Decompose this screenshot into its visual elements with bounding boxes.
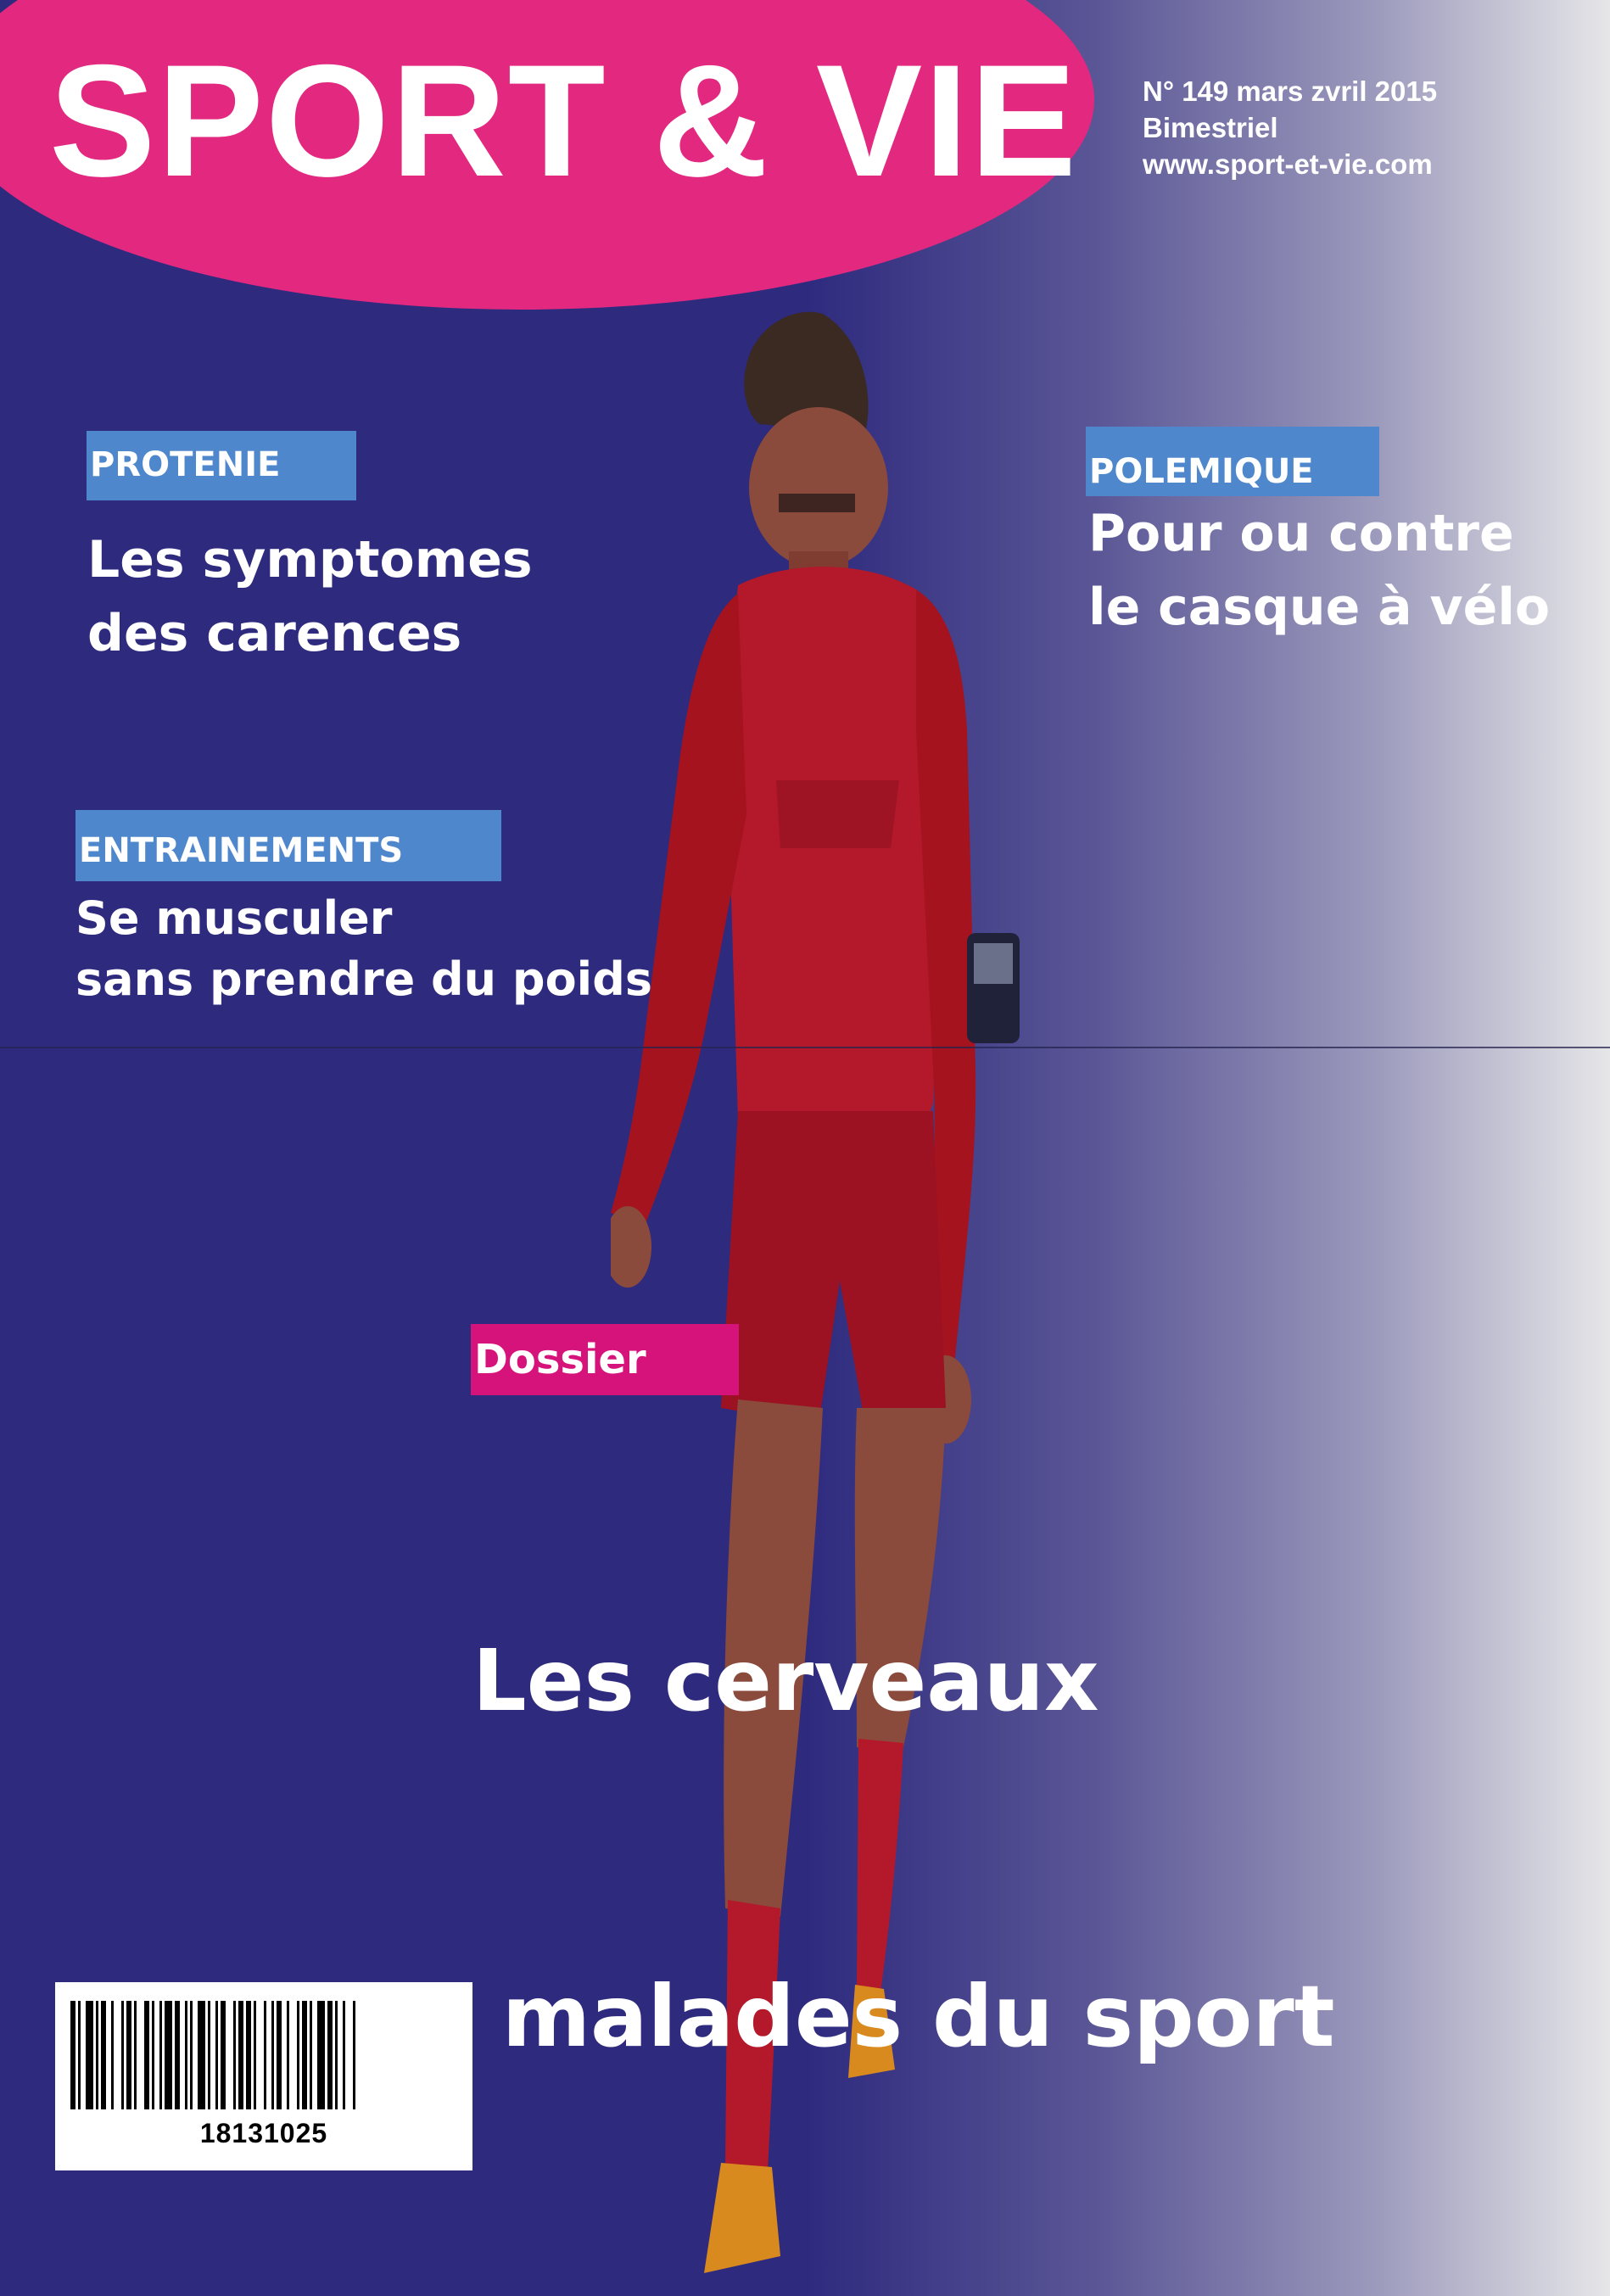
headline-polemique-line-1: Pour ou contre [1088,504,1514,563]
headline-protenie-line-1: Les symptomes [87,530,533,589]
barcode-bar [165,2001,172,2109]
barcode-bar [198,2001,205,2109]
headline-dossier: Les cerveaux malades du sport [472,1401,1335,2296]
barcode-bar [152,2001,154,2109]
headline-polemique: Pour ou contre le casque à vélo [1088,497,1550,645]
barcode-bar [208,2001,210,2109]
headline-dossier-line-2: malades du sport [472,1967,1335,2066]
issue-info: N° 149 mars zvril 2015 Bimestriel www.sp… [1143,73,1437,182]
magazine-website: www.sport-et-vie.com [1143,148,1433,180]
barcode-bar [101,2001,106,2109]
barcode-bar [175,2001,180,2109]
issue-number: N° 149 mars zvril 2015 [1143,75,1438,107]
headline-protenie: Les symptomes des carences [87,523,533,671]
barcode-bar [246,2001,251,2109]
barcode-bar [111,2001,114,2109]
barcode-bar [353,2001,355,2109]
barcode-bar [86,2001,93,2109]
headline-dossier-line-1: Les cerveaux [472,1631,1099,1730]
barcode-bar [297,2001,299,2109]
barcode-bar [70,2001,75,2109]
barcode-bar [264,2001,266,2109]
magazine-cover: SPORT & VIE N° 149 mars zvril 2015 Bimes… [0,0,1610,2296]
headline-entrainements-line-2: sans prendre du poids [75,952,652,1006]
kicker-polemique: POLEMIQUE [1086,427,1379,496]
magazine-title: SPORT & VIE [49,31,1078,209]
headline-polemique-line-2: le casque à vélo [1088,578,1551,637]
barcode-bar [343,2001,345,2109]
barcode-bar [233,2001,236,2109]
barcode-bar [126,2001,131,2109]
cover-divider-line [0,1047,1610,1048]
barcode-bar [335,2001,338,2109]
barcode-bar [159,2001,162,2109]
barcode-bar [134,2001,137,2109]
barcode-bar [254,2001,256,2109]
barcode-bar [238,2001,243,2109]
barcode-bar [302,2001,307,2109]
headline-entrainements-line-1: Se musculer [75,891,393,945]
barcode-number: 18131025 [199,2118,328,2148]
barcode-bar [221,2001,226,2109]
barcode-bar [317,2001,325,2109]
barcode-bar [215,2001,218,2109]
kicker-dossier: Dossier [471,1324,739,1395]
kicker-protenie: PROTENIE [87,431,356,500]
barcode-bar [327,2001,333,2109]
barcode-bar [96,2001,98,2109]
barcode-bar [271,2001,274,2109]
barcode-bar [144,2001,149,2109]
barcode-bar [310,2001,312,2109]
barcode-bar [185,2001,187,2109]
barcode-bars [70,2001,355,2109]
issue-frequency: Bimestriel [1143,112,1278,143]
barcode-bar [121,2001,124,2109]
barcode-bar [287,2001,289,2109]
headline-protenie-line-2: des carences [87,604,462,663]
kicker-entrainements: ENTRAINEMENTS [75,810,501,881]
barcode-bar [190,2001,193,2109]
barcode-bar [277,2001,282,2109]
barcode-bar [78,2001,81,2109]
barcode: 18131025 [55,1982,472,2170]
headline-entrainements: Se musculer sans prendre du poids [75,888,652,1010]
